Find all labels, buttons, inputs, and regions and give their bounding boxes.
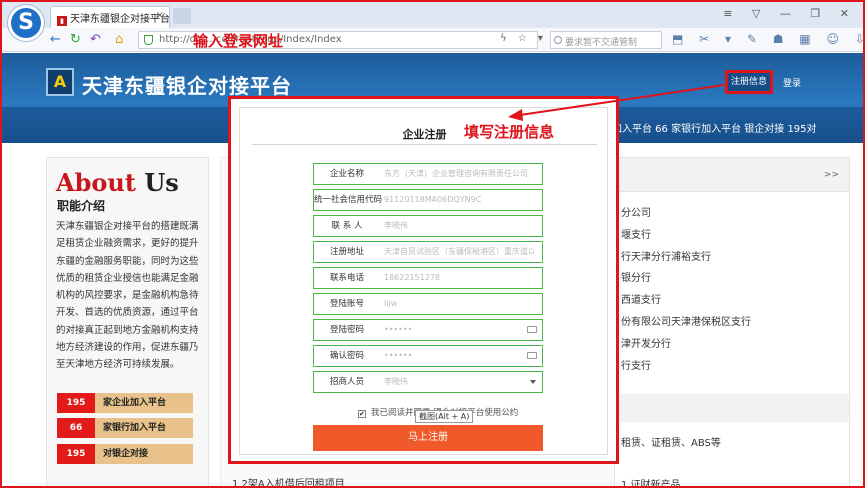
field-value: 东方（天津）企业管理咨询有限责任公司 <box>384 169 528 178</box>
header-stats-text: 加入平台 66 家银行加入平台 银企对接 195对 <box>612 124 817 135</box>
url-annotation: 输入登录网址 <box>193 32 284 50</box>
about-body: 天津东疆银企对接平台的搭建既满足租赁企业融资需求，更好的提升东疆的金融服务职能，… <box>56 221 199 371</box>
recruiter-select[interactable]: 招商人员 李晓伟 <box>313 371 543 393</box>
about-subtitle: 职能介绍 <box>57 199 106 213</box>
register-submit-button[interactable]: 马上注册 <box>313 425 543 451</box>
registration-form: 企业注册 企业名称 东方（天津）企业管理咨询有限责任公司 统一社会信用代码 91… <box>239 107 608 455</box>
keyboard-icon[interactable] <box>527 352 537 359</box>
password-field[interactable]: 登陆密码 •••••• <box>313 319 543 341</box>
stat-row[interactable]: 195 对银企对接 <box>57 444 193 464</box>
site-logo-icon: A <box>46 68 74 96</box>
browser-logo-icon: S <box>8 5 44 41</box>
field-label: 联系电话 <box>329 273 364 283</box>
stat-number: 66 <box>57 418 95 438</box>
bank-item[interactable]: 行支行 <box>621 357 651 372</box>
login-account-field[interactable]: 登陆账号 lijw <box>313 293 543 315</box>
address-tools-icons[interactable]: ϟ ☆ ▾ <box>500 33 547 44</box>
about-title: About Us <box>56 168 179 197</box>
bank-item[interactable]: 份有限公司天津港保税区支行 <box>621 313 751 328</box>
news-item[interactable]: 1 2架A入机借后回租项目 <box>232 475 345 486</box>
field-value: 天津自贸试验区（东疆保税港区）重庆道以南，呼伦贝 <box>384 247 534 256</box>
stat-number: 195 <box>57 444 95 464</box>
new-tab-button[interactable] <box>173 8 191 24</box>
field-label: 登陆账号 <box>329 299 364 309</box>
tab-close-icon[interactable]: × <box>156 10 164 21</box>
stat-label: 家银行加入平台 <box>95 418 193 438</box>
field-value: 李晓伟 <box>384 221 408 230</box>
bank-item[interactable]: 堰支行 <box>621 226 651 241</box>
confirm-password-field[interactable]: 确认密码 •••••• <box>313 345 543 367</box>
agree-checkbox[interactable]: ✔ <box>358 410 366 418</box>
bank-item[interactable]: 分公司 <box>621 204 651 219</box>
browser-navbar: ← ↻ ↶ ⌂ http://d……cc/FrontPage/Index/Ind… <box>2 28 863 52</box>
service-item[interactable]: 租赁、证租赁、ABS等 <box>621 434 721 449</box>
contact-person-field[interactable]: 联 系 人 李晓伟 <box>313 215 543 237</box>
security-shield-icon <box>144 35 153 45</box>
site-favicon-icon: ▮ <box>57 16 67 26</box>
stat-label: 对银企对接 <box>95 444 193 464</box>
bank-item[interactable]: 行天津分行浦裕支行 <box>621 248 711 263</box>
back-arrow-icon[interactable]: ← <box>50 32 61 47</box>
bank-list-panel: >> 分公司 堰支行 行天津分行浦裕支行 银分行 西道支行 份有限公司天津港保税… <box>614 157 850 486</box>
stat-row[interactable]: 66 家银行加入平台 <box>57 418 193 438</box>
about-title-word: About <box>56 168 136 197</box>
screenshot-tooltip: 截图(Alt + A) <box>415 410 474 423</box>
field-label: 登陆密码 <box>329 325 364 335</box>
field-value: •••••• <box>384 325 413 334</box>
refresh-icon[interactable]: ↻ <box>70 32 81 47</box>
extension-icons[interactable]: ⬒ ✂ ▾ ✎ ☗ ▦ ☺ ⇩ ≡ <box>672 32 863 46</box>
phone-field[interactable]: 联系电话 18622151278 <box>313 267 543 289</box>
company-name-field[interactable]: 企业名称 东方（天津）企业管理咨询有限责任公司 <box>313 163 543 185</box>
stat-number: 195 <box>57 393 95 413</box>
field-label: 企业名称 <box>329 169 364 179</box>
bank-item[interactable]: 银分行 <box>621 269 651 284</box>
field-label: 注册地址 <box>329 247 364 257</box>
bank-item[interactable]: 西道支行 <box>621 291 661 306</box>
field-value: 李晓伟 <box>384 377 408 386</box>
bank-item[interactable]: 津开发分行 <box>621 335 671 350</box>
fill-annotation: 填写注册信息 <box>464 123 555 141</box>
register-link[interactable]: 注册信息 <box>725 70 773 94</box>
stat-row[interactable]: 195 家企业加入平台 <box>57 393 193 413</box>
field-label: 统一社会信用代码 <box>314 195 383 205</box>
address-field[interactable]: 注册地址 天津自贸试验区（东疆保税港区）重庆道以南，呼伦贝 <box>313 241 543 263</box>
browser-tab[interactable]: ▮ 天津东疆银企对接平台 × <box>50 6 170 28</box>
browser-tabbar: S ▮ 天津东疆银企对接平台 × ≡ ▽ — ❐ ✕ <box>2 2 863 41</box>
bank-list-header: >> <box>615 158 849 192</box>
field-label: 确认密码 <box>329 351 364 361</box>
field-value: lijw <box>384 299 398 308</box>
field-label: 招商人员 <box>329 377 364 387</box>
field-value: 18622151278 <box>384 273 440 282</box>
field-label: 联 系 人 <box>331 221 363 231</box>
window-controls[interactable]: ≡ ▽ — ❐ ✕ <box>723 7 857 20</box>
keyboard-icon[interactable] <box>527 326 537 333</box>
more-link[interactable]: >> <box>824 170 839 180</box>
product-item[interactable]: 1 证财新产品 <box>621 476 681 486</box>
title-divider <box>252 144 597 145</box>
stat-label: 家企业加入平台 <box>95 393 193 413</box>
field-value: 91120118MA06DQYN9C <box>384 195 482 204</box>
screenshot-frame: S ▮ 天津东疆银企对接平台 × ≡ ▽ — ❐ ✕ ← ↻ ↶ ⌂ http:/… <box>0 0 865 488</box>
registration-modal: 企业注册 企业名称 东方（天津）企业管理咨询有限责任公司 统一社会信用代码 91… <box>228 96 619 464</box>
undo-icon[interactable]: ↶ <box>90 32 101 47</box>
login-link[interactable]: 登录 <box>783 76 801 89</box>
field-value: •••••• <box>384 351 413 360</box>
chevron-down-icon <box>530 380 536 384</box>
home-icon[interactable]: ⌂ <box>115 32 123 47</box>
site-title: 天津东疆银企对接平台 <box>82 74 292 98</box>
browser-search-input[interactable]: 要求暂不交通管制 <box>550 31 662 49</box>
about-section: About Us 职能介绍 天津东疆银企对接平台的搭建既满足租赁企业融资需求，更… <box>46 157 209 486</box>
credit-code-field[interactable]: 统一社会信用代码 91120118MA06DQYN9C <box>313 189 543 211</box>
about-title-word-2: Us <box>144 168 179 197</box>
service-list-header <box>615 394 849 422</box>
search-placeholder: 要求暂不交通管制 <box>565 38 638 48</box>
